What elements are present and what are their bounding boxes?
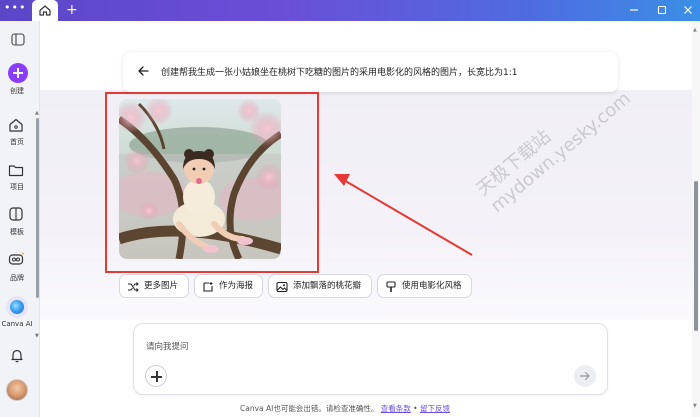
feedback-link[interactable]: 留下反馈	[420, 404, 450, 413]
prompt-text: 创建帮我生成一张小姑娘坐在桃树下吃糖的图片的采用电影化的风格的图片，长宽比为1:…	[161, 68, 518, 78]
home-tab[interactable]	[32, 0, 58, 21]
sidebar-label-brand: 品牌	[10, 274, 24, 282]
sidebar-scrollbar[interactable]	[36, 118, 39, 298]
shuffle-icon	[127, 280, 139, 302]
minimize-icon[interactable]	[627, 3, 641, 17]
disclaimer-text: Canva AI也可能会出错。请检查准确性。	[240, 404, 379, 413]
sidebar-label-create: 创建	[10, 87, 24, 95]
poster-icon	[202, 280, 214, 302]
prompt-card: 创建帮我生成一张小姑娘坐在桃树下吃糖的图片的采用电影化的风格的图片，长宽比为1:…	[123, 52, 618, 92]
sidebar-label-canva-ai: Canva AI	[1, 320, 33, 328]
main-area: 创建帮我生成一张小姑娘坐在桃树下吃糖的图片的采用电影化的风格的图片，长宽比为1:…	[40, 21, 700, 417]
terms-link[interactable]: 查看条款	[381, 404, 411, 413]
sidebar-label-home: 首页	[10, 138, 24, 146]
template-icon[interactable]	[7, 205, 25, 223]
arrow-right-icon	[579, 371, 590, 381]
home-tab-icon	[39, 5, 51, 16]
create-button[interactable]	[8, 63, 28, 83]
sidebar-scroll-up-icon[interactable]: ▲	[35, 110, 39, 116]
chip-add-petals[interactable]: 添加飘落的桃花瓣	[268, 274, 372, 298]
chip-label: 使用电影化风格	[402, 281, 462, 291]
brand-icon[interactable]	[7, 250, 25, 268]
close-icon[interactable]	[681, 3, 695, 17]
sidebar: 创建 首页 项目 模板 品牌 Canva AI ▲ ▼	[0, 21, 40, 417]
avatar[interactable]	[6, 379, 28, 401]
chip-more-images[interactable]: 更多图片	[119, 274, 189, 298]
brush-icon	[385, 280, 397, 302]
main-scrollbar[interactable]: ▲ ▼	[692, 21, 700, 417]
sidebar-label-templates: 模板	[10, 228, 24, 236]
sidebar-scroll-down-icon[interactable]: ▼	[35, 333, 39, 339]
back-arrow-icon[interactable]	[137, 65, 149, 80]
scroll-up-icon[interactable]: ▲	[693, 27, 697, 33]
new-tab-button[interactable]: +	[66, 2, 78, 18]
folder-icon[interactable]	[7, 161, 25, 179]
chat-input-placeholder[interactable]: 请向我提问	[146, 340, 189, 352]
send-button[interactable]	[574, 365, 596, 387]
canva-ai-icon[interactable]	[6, 296, 28, 318]
scrollbar-thumb[interactable]	[694, 181, 698, 331]
disclaimer: Canva AI也可能会出错。请检查准确性。 查看条款 • 留下反馈	[40, 403, 650, 414]
chip-label: 更多图片	[144, 281, 179, 291]
scroll-down-icon[interactable]: ▼	[693, 403, 697, 409]
panel-toggle-icon[interactable]	[11, 33, 25, 46]
home-icon[interactable]	[7, 116, 25, 134]
image-highlight-box	[105, 92, 319, 273]
window-titlebar: ••• +	[0, 0, 700, 21]
chip-label: 作为海报	[219, 281, 254, 291]
chip-label: 添加飘落的桃花瓣	[293, 281, 362, 291]
add-attachment-button[interactable]	[145, 365, 167, 387]
annotation-arrow	[334, 174, 473, 256]
menu-icon[interactable]: •••	[4, 2, 25, 18]
sidebar-label-projects: 项目	[10, 183, 24, 191]
chat-input-box[interactable]: 请向我提问	[133, 323, 608, 395]
image-edit-icon	[276, 280, 288, 302]
maximize-icon[interactable]	[655, 3, 669, 17]
disclaimer-separator: •	[413, 404, 420, 413]
chip-as-poster[interactable]: 作为海报	[194, 274, 263, 298]
bell-icon[interactable]	[9, 347, 25, 366]
chip-cinematic-style[interactable]: 使用电影化风格	[377, 274, 472, 298]
